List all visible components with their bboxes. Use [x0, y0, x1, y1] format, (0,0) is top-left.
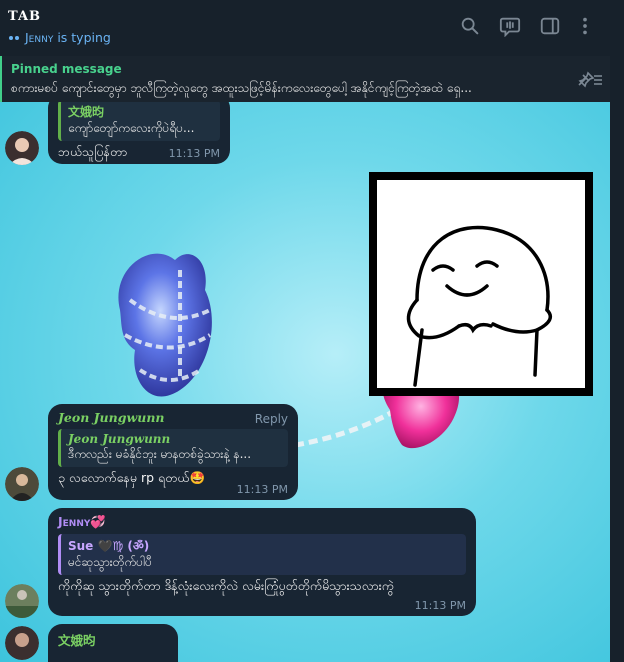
typing-dot: [15, 35, 19, 40]
sidebar-toggle-icon[interactable]: [539, 15, 561, 37]
message-time: 11:13 PM: [414, 599, 466, 612]
typing-indicator: Jenny is typing: [9, 30, 111, 45]
sticker-image[interactable]: [369, 172, 593, 396]
message-time: 11:13 PM: [168, 147, 220, 160]
sender-emoji: 💞: [90, 514, 106, 529]
message-bubble[interactable]: 文娥昀 ကျော်တျော်ကလေးကိုပဲရီပ... ဘယ်သူပြန်တ…: [48, 102, 230, 164]
search-icon[interactable]: [459, 15, 481, 37]
typing-user-name: Jenny: [25, 30, 54, 45]
scrollbar[interactable]: [610, 52, 624, 662]
reply-text: ကျော်တျော်ကလေးကိုပဲရီပ...: [68, 121, 195, 135]
reply-text: မင်ဆုသွားတိုက်ပါပီ: [68, 555, 152, 569]
avatar[interactable]: [5, 131, 39, 165]
reply-button[interactable]: Reply: [255, 412, 288, 426]
pinned-text: စကားမစပ် ကျောင်းတွေမှာ ဘူလီကြတဲ့လူတွေ အထ…: [11, 81, 472, 95]
pinned-label: Pinned message: [11, 62, 122, 76]
chat-background: 文娥昀 ကျော်တျော်ကလေးကိုပဲရီပ... ဘယ်သူပြန်တ…: [0, 102, 610, 662]
chat-header: TAB Jenny is typing: [0, 0, 624, 52]
avatar[interactable]: [5, 584, 39, 618]
reply-sender-name: Jeon Jungwunn: [68, 432, 171, 446]
reply-text: ဒီကလည်း မခံနိုင်ဘူး မာနတစ်ခွဲသားနဲ့ န...: [68, 447, 252, 461]
reply-sender-name: 文娥昀: [68, 105, 105, 119]
avatar[interactable]: [5, 467, 39, 501]
chat-title[interactable]: TAB: [8, 9, 41, 24]
reply-name: Sue: [68, 539, 94, 553]
message-bubble[interactable]: Jenny💞 Sue 🖤♍ (ॐ) မင်ဆုသွားတိုက်ပါပီ ကို…: [48, 508, 476, 616]
sender-name: Jenny: [58, 514, 91, 529]
message-text: ကိုကိုဆု သွားတိုက်တာ ဒိန့်လုံးလေးကိုလဲ လ…: [58, 578, 395, 593]
voice-chat-icon[interactable]: [499, 15, 521, 37]
message-bubble[interactable]: Jeon Jungwunn Reply Jeon Jungwunn ဒီကလည်…: [48, 404, 298, 500]
typing-suffix: is typing: [53, 30, 111, 45]
message-bubble[interactable]: 文娥昀: [48, 624, 178, 662]
message-time: 11:13 PM: [236, 483, 288, 496]
message-sender[interactable]: Jenny💞: [58, 514, 466, 530]
message-sender[interactable]: 文娥昀: [58, 630, 168, 649]
reply-preview[interactable]: Jeon Jungwunn ဒီကလည်း မခံနိုင်ဘူး မာနတစ်…: [58, 429, 288, 467]
reply-preview[interactable]: 文娥昀 ကျော်တျော်ကလေးကိုပဲရီပ...: [58, 102, 220, 141]
message-sender[interactable]: Jeon Jungwunn: [58, 410, 288, 425]
blob-character-drawing: [406, 225, 553, 387]
reply-preview[interactable]: Sue 🖤♍ (ॐ) မင်ဆုသွားတိုက်ပါပီ: [58, 534, 466, 575]
more-vert-icon[interactable]: [574, 15, 596, 37]
unpin-icon[interactable]: [576, 69, 604, 89]
avatar[interactable]: [5, 626, 39, 660]
pinned-message-bar[interactable]: Pinned message စကားမစပ် ကျောင်းတွေမှာ ဘူ…: [0, 56, 612, 102]
reply-name-suffix: 🖤♍ (ॐ): [93, 539, 150, 553]
reply-sender-name: Sue 🖤♍ (ॐ): [68, 537, 459, 554]
typing-dot: [9, 35, 13, 40]
